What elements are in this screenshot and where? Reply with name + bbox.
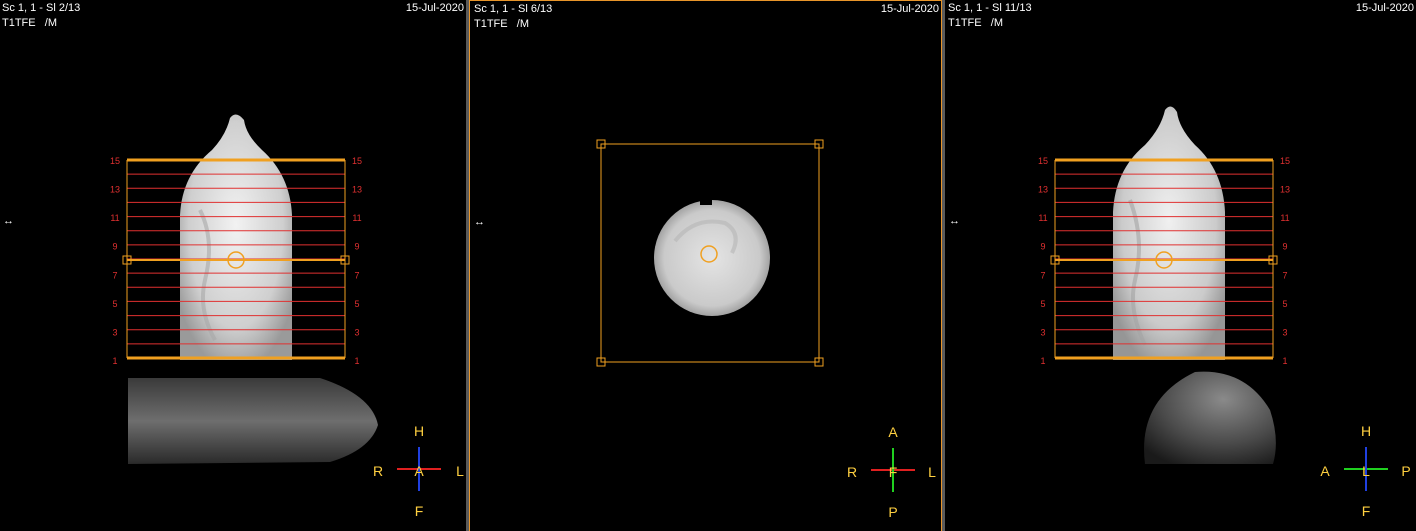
slice-label-left: 9 (1040, 242, 1045, 252)
series-info: Sc 1, 1 - Sl 2/13 (2, 2, 81, 14)
slice-label-right: 3 (354, 327, 359, 337)
orientation-top: A (888, 424, 898, 440)
phantom-tube (1113, 106, 1225, 360)
slice-label-right: 11 (1280, 213, 1289, 223)
slice-label-left: 15 (110, 156, 120, 166)
study-date: 15-Jul-2020 (1355, 2, 1414, 14)
slice-labels-right: 15 13 11 9 7 5 3 1 (1280, 156, 1290, 366)
slice-label-left: 7 (112, 270, 117, 280)
slice-label-left: 3 (1040, 327, 1045, 337)
slice-labels-left: 15 13 11 9 7 5 3 1 (1038, 156, 1048, 366)
slice-label-right: 9 (1282, 242, 1287, 252)
slice-label-left: 1 (112, 356, 117, 366)
pan-arrow-icon[interactable]: ↔ (3, 215, 14, 227)
sequence-info: T1TFE /M (948, 17, 1003, 29)
phantom-tube (180, 114, 292, 360)
slice-label-left: 15 (1038, 156, 1048, 166)
slice-label-left: 1 (1040, 356, 1045, 366)
slice-label-left: 5 (112, 299, 117, 309)
axial-image-canvas[interactable]: A P R L F (470, 1, 942, 531)
slice-label-left: 13 (1038, 185, 1048, 195)
slice-label-right: 7 (354, 270, 359, 280)
sagittal-image-canvas[interactable]: 15 13 11 9 7 5 3 1 15 13 11 9 7 5 3 1 H F A P L (945, 0, 1416, 531)
study-date: 15-Jul-2020 (405, 2, 464, 14)
orientation-right: L (928, 464, 936, 480)
slice-label-right: 5 (354, 299, 359, 309)
sequence-info: T1TFE /M (474, 18, 529, 30)
viewport-axial[interactable]: A P R L F Sc 1, 1 - Sl 6/13 T1TFE /M 15-… (469, 0, 942, 531)
phantom-dome (1144, 371, 1276, 464)
orientation-cross: H F R L A (373, 423, 464, 519)
phantom-bottle (128, 378, 378, 464)
viewport-sagittal[interactable]: 15 13 11 9 7 5 3 1 15 13 11 9 7 5 3 1 H F A P L Sc 1, … (945, 0, 1416, 531)
orientation-bottom: F (1362, 503, 1371, 519)
coronal-image-canvas[interactable]: 15 13 11 9 7 5 3 1 15 13 11 9 7 5 3 1 H F R L A (0, 0, 466, 531)
slice-label-left: 11 (110, 213, 119, 223)
orientation-bottom: F (415, 503, 424, 519)
pan-arrow-icon[interactable]: ↔ (474, 216, 485, 228)
slice-label-left: 11 (1038, 213, 1047, 223)
orientation-center: F (889, 464, 898, 480)
slice-label-right: 13 (1280, 185, 1290, 195)
orientation-center: L (1362, 463, 1370, 479)
orientation-cross: H F A P L (1320, 423, 1410, 519)
slice-label-right: 1 (1282, 356, 1287, 366)
sequence-info: T1TFE /M (2, 17, 57, 29)
slice-label-right: 15 (1280, 156, 1290, 166)
orientation-top: H (414, 423, 424, 439)
slice-label-left: 5 (1040, 299, 1045, 309)
orientation-right: P (1401, 463, 1410, 479)
slice-labels-left: 15 13 11 9 7 5 3 1 (110, 156, 120, 366)
slice-label-left: 7 (1040, 270, 1045, 280)
slice-label-right: 7 (1282, 270, 1287, 280)
pan-arrow-icon[interactable]: ↔ (949, 215, 960, 227)
viewport-coronal[interactable]: 15 13 11 9 7 5 3 1 15 13 11 9 7 5 3 1 H F R L A Sc 1, … (0, 0, 466, 531)
slice-label-right: 15 (352, 156, 362, 166)
slice-label-right: 1 (354, 356, 359, 366)
slice-label-right: 9 (354, 242, 359, 252)
orientation-top: H (1361, 423, 1371, 439)
slice-label-left: 9 (112, 242, 117, 252)
orientation-center: A (414, 463, 424, 479)
study-date: 15-Jul-2020 (880, 3, 939, 15)
slice-label-left: 3 (112, 327, 117, 337)
series-info: Sc 1, 1 - Sl 6/13 (474, 3, 553, 15)
slice-label-left: 13 (110, 185, 120, 195)
orientation-left: R (373, 463, 383, 479)
disc-notch (700, 200, 712, 205)
orientation-left: R (847, 464, 857, 480)
slice-label-right: 5 (1282, 299, 1287, 309)
slice-label-right: 11 (352, 213, 361, 223)
slice-label-right: 13 (352, 185, 362, 195)
orientation-cross: A P R L F (847, 424, 936, 520)
orientation-left: A (1320, 463, 1330, 479)
phantom-disc (654, 200, 770, 316)
series-info: Sc 1, 1 - Sl 11/13 (948, 2, 1032, 14)
orientation-bottom: P (888, 504, 897, 520)
slice-labels-right: 15 13 11 9 7 5 3 1 (352, 156, 362, 366)
slice-label-right: 3 (1282, 327, 1287, 337)
orientation-right: L (456, 463, 464, 479)
